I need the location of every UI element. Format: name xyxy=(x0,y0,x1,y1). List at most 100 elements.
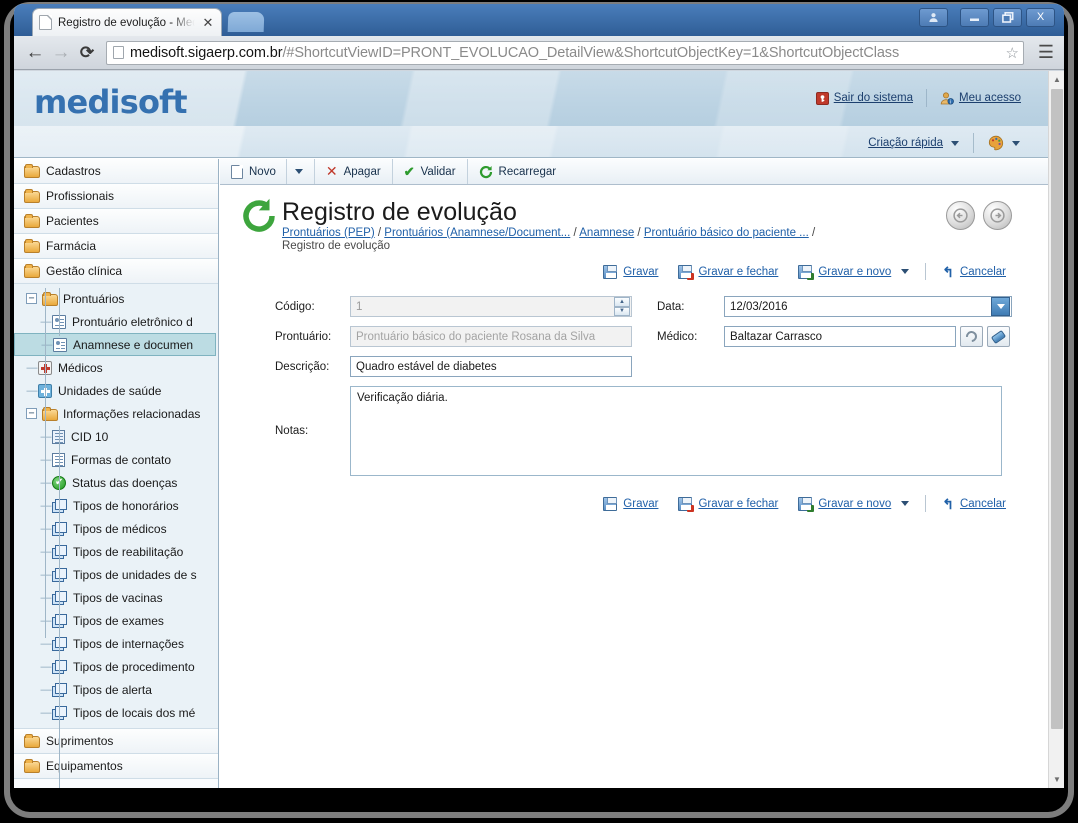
sidebar-item-farm-cia[interactable]: Farmácia xyxy=(14,234,218,259)
sidebar-item-label: Tipos de procedimento xyxy=(73,659,195,674)
quick-create-menu[interactable]: Criação rápida xyxy=(854,137,973,149)
sidebar-group-label: Pacientes xyxy=(46,214,99,228)
save-and-new-label[interactable]: Gravar e novo xyxy=(818,266,891,278)
my-access-label[interactable]: Meu acesso xyxy=(959,92,1021,104)
save-and-close-button-bottom[interactable]: Gravar e fechar xyxy=(668,496,788,512)
address-bar[interactable]: medisoft.sigaerp.com.br/#ShortcutViewID=… xyxy=(106,40,1024,65)
breadcrumb-link[interactable]: Anamnese xyxy=(579,227,634,239)
browser-tab[interactable]: Registro de evolução - Medis ✕ xyxy=(32,8,222,36)
sidebar-item-pacientes[interactable]: Pacientes xyxy=(14,209,218,234)
date-dropdown-button[interactable] xyxy=(991,297,1010,316)
chevron-down-icon[interactable] xyxy=(951,140,959,146)
descricao-label: Descrição: xyxy=(275,360,330,373)
breadcrumb-link[interactable]: Prontuários (PEP) xyxy=(282,227,375,239)
medico-input[interactable]: Baltazar Carrasco xyxy=(724,326,956,347)
delete-button[interactable]: ✕ Apagar xyxy=(315,159,393,184)
browser-navbar: ← → ⟳ medisoft.sigaerp.com.br/#ShortcutV… xyxy=(14,36,1064,70)
save-button-top[interactable]: Gravar xyxy=(593,264,668,279)
sidebar-item-label: Tipos de exames xyxy=(73,613,164,628)
data-input[interactable]: 12/03/2016 xyxy=(724,296,1012,317)
page-info-icon[interactable] xyxy=(113,46,124,59)
notas-textarea[interactable]: Verificação diária. xyxy=(350,386,1002,476)
save-and-close-label[interactable]: Gravar e fechar xyxy=(698,498,778,510)
scroll-down-icon[interactable]: ▼ xyxy=(1049,771,1064,788)
window-close-icon[interactable]: X xyxy=(1026,8,1055,27)
save-label[interactable]: Gravar xyxy=(623,498,658,510)
chevron-down-icon[interactable] xyxy=(901,501,910,506)
tree-branch-line: — xyxy=(40,453,52,466)
sidebar-item-tipos-de-alerta[interactable]: — Tipos de alerta xyxy=(14,678,218,701)
save-and-close-button-top[interactable]: Gravar e fechar xyxy=(668,264,788,280)
new-button[interactable]: Novo xyxy=(220,159,315,184)
save-and-new-button-bottom[interactable]: Gravar e novo xyxy=(788,496,919,512)
chevron-down-icon[interactable] xyxy=(294,169,303,174)
reload-button[interactable]: Recarregar xyxy=(468,159,568,184)
cancel-button-top[interactable]: ↰ Cancelar xyxy=(932,265,1016,279)
cancel-label[interactable]: Cancelar xyxy=(960,266,1006,278)
medico-lookup-button[interactable] xyxy=(960,326,983,347)
scrollbar-thumb[interactable] xyxy=(1051,89,1063,729)
forward-icon[interactable]: → xyxy=(48,40,74,66)
sidebar-item-profissionais[interactable]: Profissionais xyxy=(14,184,218,209)
sidebar-item-cadastros[interactable]: Cadastros xyxy=(14,159,218,184)
stepper-down-icon[interactable]: ▼ xyxy=(614,306,630,316)
theme-menu[interactable] xyxy=(974,135,1034,151)
codigo-input[interactable]: 1 ▲ ▼ xyxy=(350,296,632,317)
sidebar-item-tipos-de-locais-dos-m-[interactable]: — Tipos de locais dos mé xyxy=(14,701,218,724)
tab-close-icon[interactable]: ✕ xyxy=(201,16,215,29)
new-tab-button[interactable] xyxy=(227,12,265,32)
descricao-input[interactable]: Quadro estável de diabetes xyxy=(350,356,632,377)
medico-clear-button[interactable] xyxy=(987,326,1010,347)
chevron-down-icon[interactable] xyxy=(901,269,910,274)
record-form: Código: 1 ▲ ▼ Data: 12/03/2016 Prontuári… xyxy=(220,296,1048,476)
back-icon[interactable]: ← xyxy=(22,40,48,66)
my-access-link[interactable]: i Meu acesso xyxy=(927,91,1034,105)
tree-collapse-icon[interactable]: − xyxy=(26,408,37,419)
sidebar-item-tipos-de-procedimento[interactable]: — Tipos de procedimento xyxy=(14,655,218,678)
new-dropdown[interactable] xyxy=(285,159,303,184)
scroll-up-icon[interactable]: ▲ xyxy=(1049,71,1064,88)
page-vertical-scrollbar[interactable]: ▲ ▼ xyxy=(1048,71,1064,788)
new-document-icon xyxy=(231,164,243,179)
window-user-icon[interactable] xyxy=(919,8,948,27)
page-title: Registro de evolução xyxy=(282,198,517,226)
tree-branch-line: — xyxy=(40,706,52,719)
save-and-new-label[interactable]: Gravar e novo xyxy=(818,498,891,510)
save-label[interactable]: Gravar xyxy=(623,266,658,278)
logout-label[interactable]: Sair do sistema xyxy=(834,92,913,104)
validate-button[interactable]: ✔ Validar xyxy=(393,159,468,184)
prontuario-input[interactable]: Prontuário básico do paciente Rosana da … xyxy=(350,326,632,347)
codigo-stepper[interactable]: ▲ ▼ xyxy=(614,297,630,316)
next-record-button[interactable] xyxy=(983,201,1012,230)
tree-collapse-icon[interactable]: − xyxy=(26,293,37,304)
window-restore-icon[interactable] xyxy=(993,8,1022,27)
sidebar-group-label: Equipamentos xyxy=(46,759,123,773)
tree-branch-line: — xyxy=(40,315,52,328)
folder-icon xyxy=(24,759,40,773)
svg-text:i: i xyxy=(950,99,951,105)
window-minimize-icon[interactable] xyxy=(960,8,989,27)
chrome-menu-icon[interactable]: ☰ xyxy=(1036,42,1056,63)
logout-link[interactable]: Sair do sistema xyxy=(803,91,926,105)
save-and-close-label[interactable]: Gravar e fechar xyxy=(698,266,778,278)
refresh-icon xyxy=(479,165,492,178)
breadcrumb-link[interactable]: Prontuários (Anamnese/Document... xyxy=(384,227,570,239)
save-and-new-button-top[interactable]: Gravar e novo xyxy=(788,264,919,280)
quick-create-label[interactable]: Criação rápida xyxy=(868,137,943,149)
save-button-bottom[interactable]: Gravar xyxy=(593,496,668,511)
bookmark-star-icon[interactable]: ☆ xyxy=(1006,44,1019,62)
eraser-icon xyxy=(990,329,1007,344)
chevron-down-icon[interactable] xyxy=(1012,140,1020,146)
sidebar-item-suprimentos[interactable]: Suprimentos xyxy=(14,729,218,754)
breadcrumb-link[interactable]: Prontuário básico do paciente ... xyxy=(644,227,809,239)
url-host: medisoft.sigaerp.com.br xyxy=(130,44,283,61)
previous-record-button[interactable] xyxy=(946,201,975,230)
sidebar-item-equipamentos[interactable]: Equipamentos xyxy=(14,754,218,779)
cancel-button-bottom[interactable]: ↰ Cancelar xyxy=(932,497,1016,511)
sidebar-item-gest-o-cl-nica[interactable]: Gestão clínica xyxy=(14,259,218,284)
stepper-up-icon[interactable]: ▲ xyxy=(614,297,630,307)
prontuario-value: Prontuário básico do paciente Rosana da … xyxy=(356,330,596,343)
cancel-label[interactable]: Cancelar xyxy=(960,498,1006,510)
descricao-value: Quadro estável de diabetes xyxy=(356,360,497,373)
reload-icon[interactable]: ⟳ xyxy=(74,40,100,66)
